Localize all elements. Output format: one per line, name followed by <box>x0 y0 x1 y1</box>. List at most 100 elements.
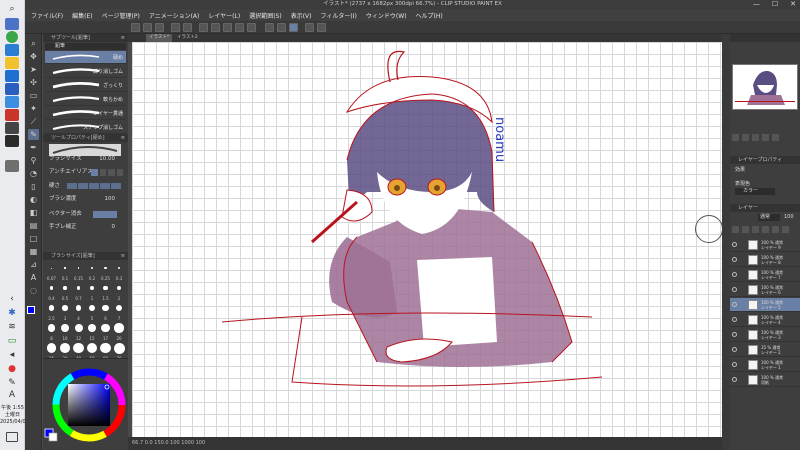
volume-icon[interactable]: ◂ <box>7 350 17 360</box>
blend-icon[interactable]: ◐ <box>28 194 39 205</box>
open-icon[interactable] <box>143 23 152 32</box>
eye-icon[interactable] <box>732 302 737 307</box>
expression-select[interactable]: カラー <box>735 188 775 195</box>
fill-icon[interactable]: ◧ <box>28 207 39 218</box>
vertical-scrollbar[interactable] <box>722 34 730 450</box>
brush-size-preset[interactable]: 3 <box>59 302 72 321</box>
menu-page[interactable]: ページ管理(P) <box>102 11 140 20</box>
layer-row[interactable]: 100 % 通常 レイヤー 4 <box>730 313 800 327</box>
close-button[interactable]: ✕ <box>790 0 796 9</box>
tab-illust2[interactable]: イラスト2 <box>174 34 206 42</box>
brush-size-preset[interactable]: 0.4 <box>45 282 58 301</box>
layer-row[interactable]: 100 % 通常 レイヤー 1 <box>730 358 800 372</box>
transform-icon[interactable] <box>211 23 220 32</box>
snap-icon[interactable] <box>289 23 298 32</box>
canvas-area[interactable]: noamu <box>128 42 722 437</box>
drawing-canvas[interactable]: noamu <box>132 42 722 437</box>
brush-size-preset[interactable]: 1 <box>86 282 99 301</box>
figure-icon[interactable]: □ <box>28 233 39 244</box>
brush-size-preset[interactable]: 6 <box>99 302 112 321</box>
antialias-options[interactable] <box>91 169 123 176</box>
copy-icon[interactable] <box>235 23 244 32</box>
eye-icon[interactable] <box>732 362 737 367</box>
eraser-icon[interactable]: ▯ <box>28 181 39 192</box>
deselect-icon[interactable] <box>265 23 274 32</box>
vector-erase-options[interactable] <box>93 211 117 218</box>
brush-size-preset[interactable]: 7 <box>113 302 126 321</box>
move-layer-icon[interactable]: ✣ <box>28 77 39 88</box>
brush-size-preset[interactable]: 15 <box>86 322 99 341</box>
color-wheel[interactable] <box>43 359 128 450</box>
system-clock[interactable]: 午後 1:55 土曜日 2025/04/05 <box>0 405 29 426</box>
navigator-controls[interactable] <box>732 134 798 142</box>
store-icon[interactable] <box>5 70 19 82</box>
brush-size-preset[interactable]: 12 <box>72 322 85 341</box>
eye-icon[interactable] <box>732 317 737 322</box>
invert-selection-icon[interactable] <box>277 23 286 32</box>
text-icon[interactable]: A <box>28 272 39 283</box>
balloon-icon[interactable]: ◌ <box>28 285 39 296</box>
app-red-icon[interactable] <box>5 109 19 121</box>
eye-icon[interactable] <box>732 332 737 337</box>
brush-size-preset[interactable]: 30 <box>59 342 72 361</box>
paste-icon[interactable] <box>247 23 256 32</box>
stabilize-row[interactable]: 手ブレ補正 0 <box>49 222 125 232</box>
brush-size-preset[interactable]: 40 <box>72 342 85 361</box>
folder-icon[interactable] <box>5 57 19 69</box>
layer-toolbar[interactable] <box>732 226 798 234</box>
pen-tool-icon[interactable]: ✒ <box>28 142 39 153</box>
brush-size-row[interactable]: ブラシサイズ 10.00 <box>49 154 125 164</box>
brush-item[interactable]: スナップ消しゴム <box>45 121 126 134</box>
menu-filter[interactable]: フィルター(I) <box>321 11 357 20</box>
undo-icon[interactable] <box>171 23 180 32</box>
brush-size-preset[interactable]: 0.15 <box>72 262 85 281</box>
select-icon[interactable]: ▭ <box>28 90 39 101</box>
brush-size-preset[interactable]: 5 <box>86 302 99 321</box>
brush-size-preset[interactable]: 25 <box>45 342 58 361</box>
minimize-button[interactable]: — <box>753 0 760 9</box>
brush-size-preset[interactable]: 0.1 <box>59 262 72 281</box>
brush-size-preset[interactable]: 1.5 <box>99 282 112 301</box>
move-icon[interactable]: ✥ <box>28 51 39 62</box>
mail-icon[interactable] <box>5 83 19 95</box>
app-dark-icon[interactable] <box>5 135 19 147</box>
auto-select-icon[interactable]: ✦ <box>28 103 39 114</box>
menu-view[interactable]: 表示(V) <box>291 11 312 20</box>
app-icon[interactable] <box>5 96 19 108</box>
blend-mode-select[interactable]: 通常 <box>758 214 780 221</box>
wifi-icon[interactable]: ≋ <box>7 322 17 332</box>
brush-item[interactable]: 練り消しゴム <box>45 65 126 78</box>
gradient-icon[interactable]: ▤ <box>28 220 39 231</box>
cut-icon[interactable] <box>223 23 232 32</box>
brush-size-preset[interactable]: 4 <box>72 302 85 321</box>
density-row[interactable]: ブラシ濃度 100 <box>49 194 125 204</box>
eye-icon[interactable] <box>732 347 737 352</box>
layer-row[interactable]: 100 % 通常 用紙 <box>730 373 800 387</box>
menu-edit[interactable]: 編集(E) <box>72 11 92 20</box>
edge-icon[interactable] <box>5 44 19 56</box>
brush-size-preset[interactable]: 0.25 <box>99 262 112 281</box>
brush-icon[interactable]: ⚲ <box>28 155 39 166</box>
task-view-icon[interactable] <box>5 18 19 30</box>
search-icon[interactable]: ⌕ <box>7 4 17 14</box>
brush-size-preset[interactable]: 2.5 <box>45 302 58 321</box>
battery-icon[interactable]: ▭ <box>7 336 17 346</box>
layer-row[interactable]: 100 % 通常 レイヤー 5 <box>730 298 800 312</box>
brush-size-preset[interactable]: 0.3 <box>113 262 126 281</box>
antivirus-icon[interactable]: ● <box>7 364 17 374</box>
hardness-slider[interactable] <box>67 183 121 189</box>
layer-row[interactable]: 35 % 通常 レイヤー 2 <box>730 343 800 357</box>
brush-item[interactable]: 硬め <box>45 51 126 64</box>
brush-item[interactable]: ざっくり <box>45 79 126 92</box>
save-icon[interactable] <box>155 23 164 32</box>
brush-size-preset[interactable]: 2 <box>113 282 126 301</box>
redo-icon[interactable] <box>183 23 192 32</box>
chevron-up-icon[interactable]: ‹ <box>7 294 17 304</box>
navigator-preview[interactable] <box>732 64 798 110</box>
main-color-swatch[interactable] <box>27 306 35 314</box>
layer-row[interactable]: 100 % 通常 レイヤー 8 <box>730 253 800 267</box>
clip-studio-icon[interactable] <box>5 122 19 134</box>
notification-icon[interactable] <box>6 432 18 442</box>
settings-icon[interactable] <box>5 160 19 172</box>
brush-size-preset[interactable]: 8 <box>45 322 58 341</box>
